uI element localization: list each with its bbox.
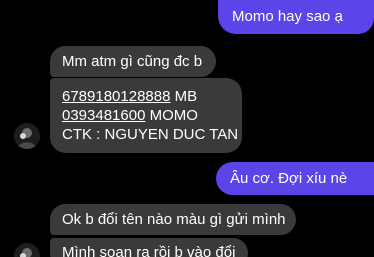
account-line-momo: 0393481600 MOMO	[62, 106, 198, 125]
message-bubble-outgoing[interactable]: Âu cơ. Đợi xíu nè	[216, 162, 374, 195]
account-line-mb: 6789180128888 MB	[62, 87, 197, 106]
contact-avatar-icon[interactable]	[14, 123, 40, 149]
contact-avatar-icon[interactable]	[14, 243, 40, 257]
phone-number-link[interactable]: 0393481600	[62, 107, 145, 124]
account-number-link[interactable]: 6789180128888	[62, 88, 170, 105]
message-text: Mình soạn ra rồi b vào đổi	[62, 244, 236, 257]
message-bubble-incoming[interactable]: Ok b đổi tên nào màu gì gửi mình	[50, 204, 296, 235]
account-holder-text: CTK : NGUYEN DUC TAN	[62, 126, 239, 143]
message-bubble-incoming-account-info[interactable]: 6789180128888 MB 0393481600 MOMO CTK : N…	[50, 78, 242, 153]
account-bank-label: MB	[170, 88, 198, 105]
message-bubble-incoming[interactable]: Mm atm gì cũng đc b	[50, 46, 216, 77]
account-bank-label: MOMO	[145, 107, 198, 124]
message-bubble-incoming[interactable]: Mình soạn ra rồi b vào đổi	[50, 238, 248, 257]
message-text: Ok b đổi tên nào màu gì gửi mình	[62, 210, 286, 228]
chat-screen: Momo hay sao ạ Mm atm gì cũng đc b 67891…	[0, 0, 374, 257]
message-text: Mm atm gì cũng đc b	[62, 52, 203, 70]
message-bubble-outgoing[interactable]: Momo hay sao ạ	[218, 0, 374, 34]
message-text: Momo hay sao ạ	[232, 8, 343, 25]
account-holder-line: CTK : NGUYEN DUC TAN	[62, 125, 238, 144]
message-text: Âu cơ. Đợi xíu nè	[230, 169, 348, 187]
